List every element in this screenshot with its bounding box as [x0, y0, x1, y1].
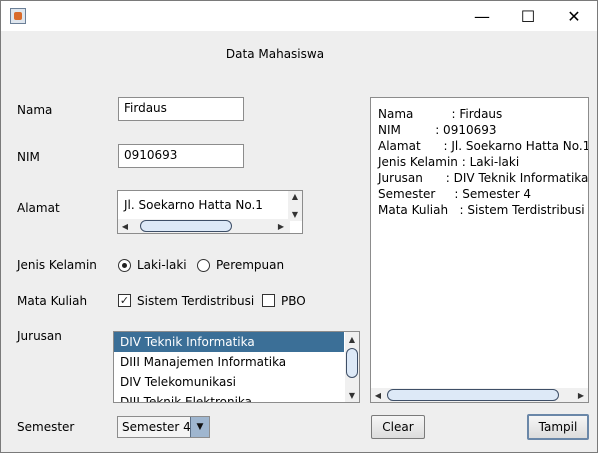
tampil-button[interactable]: Tampil	[527, 414, 589, 440]
output-line: Jurusan : DIV Teknik Informatika	[378, 171, 589, 185]
scroll-left-icon[interactable]: ◀	[371, 388, 385, 402]
semester-selected-value: Semester 4	[122, 420, 191, 434]
list-item[interactable]: DIII Manajemen Informatika	[114, 352, 344, 372]
alamat-textarea[interactable]: Jl. Soekarno Hatta No.1 ▲ ▼ ◀ ▶	[117, 190, 303, 234]
output-line: Alamat : Jl. Soekarno Hatta No.1	[378, 139, 589, 153]
clear-button[interactable]: Clear	[371, 415, 425, 439]
scroll-left-icon[interactable]: ◀	[118, 219, 132, 233]
radio-perempuan-icon[interactable]	[197, 259, 210, 272]
alamat-label: Alamat	[17, 201, 60, 215]
output-textarea[interactable]: Nama : Firdaus NIM : 0910693 Alamat : Jl…	[370, 97, 589, 403]
alamat-horizontal-scrollbar[interactable]: ◀ ▶	[118, 219, 290, 233]
list-item[interactable]: DIII Teknik Elektronika	[114, 392, 344, 402]
radio-laki-laki-label[interactable]: Laki-laki	[137, 258, 187, 272]
nama-label: Nama	[17, 103, 53, 117]
checkmark-icon[interactable]: ✓	[118, 294, 131, 307]
jurusan-label: Jurusan	[17, 329, 62, 343]
alamat-vertical-scrollbar[interactable]: ▲ ▼	[288, 191, 302, 221]
checkbox-pbo-label[interactable]: PBO	[281, 294, 306, 308]
output-horizontal-scrollbar[interactable]: ◀ ▶	[371, 388, 588, 402]
nim-field[interactable]: 0910693	[118, 144, 244, 168]
scroll-down-icon[interactable]: ▼	[288, 209, 302, 219]
close-button[interactable]: ✕	[551, 1, 597, 31]
output-line: Nama : Firdaus	[378, 107, 503, 121]
scroll-down-icon[interactable]: ▼	[345, 388, 359, 402]
nama-field[interactable]: Firdaus	[118, 97, 244, 121]
radio-selected-icon[interactable]	[118, 259, 131, 272]
output-line: Mata Kuliah : Sistem Terdistribusi	[378, 203, 585, 217]
chevron-down-icon[interactable]: ▼	[190, 417, 209, 437]
java-cup-icon	[10, 8, 26, 24]
jurusan-vertical-scrollbar[interactable]: ▲ ▼	[345, 332, 359, 402]
mata-kuliah-label: Mata Kuliah	[17, 294, 88, 308]
app-window: — ☐ ✕ Data Mahasiswa Nama Firdaus NIM 09…	[0, 0, 598, 453]
scroll-thumb[interactable]	[346, 348, 358, 378]
scroll-thumb[interactable]	[387, 389, 559, 401]
scroll-up-icon[interactable]: ▲	[345, 332, 359, 346]
list-item[interactable]: DIV Teknik Informatika	[114, 332, 344, 352]
form-heading: Data Mahasiswa	[225, 47, 325, 61]
scroll-up-icon[interactable]: ▲	[288, 191, 302, 201]
semester-select[interactable]: Semester 4 ▼	[117, 416, 210, 438]
title-bar[interactable]: — ☐ ✕	[1, 1, 597, 31]
jurusan-list[interactable]: DIV Teknik Informatika DIII Manajemen In…	[113, 331, 360, 403]
scroll-right-icon[interactable]: ▶	[274, 219, 288, 233]
minimize-button[interactable]: —	[459, 1, 505, 31]
list-item[interactable]: DIV Telekomunikasi	[114, 372, 344, 392]
output-line: Semester : Semester 4	[378, 187, 532, 201]
scroll-thumb[interactable]	[140, 220, 232, 232]
scroll-right-icon[interactable]: ▶	[574, 388, 588, 402]
output-line: NIM : 0910693	[378, 123, 497, 137]
jenis-kelamin-label: Jenis Kelamin	[17, 258, 97, 272]
semester-label: Semester	[17, 420, 75, 434]
nim-label: NIM	[17, 150, 40, 164]
checkbox-pbo-icon[interactable]	[262, 294, 275, 307]
maximize-button[interactable]: ☐	[505, 1, 551, 31]
output-line: Jenis Kelamin : Laki-laki	[378, 155, 520, 169]
radio-perempuan-label[interactable]: Perempuan	[216, 258, 284, 272]
checkbox-sistem-terdistribusi-label[interactable]: Sistem Terdistribusi	[137, 294, 254, 308]
alamat-text: Jl. Soekarno Hatta No.1	[124, 198, 263, 212]
